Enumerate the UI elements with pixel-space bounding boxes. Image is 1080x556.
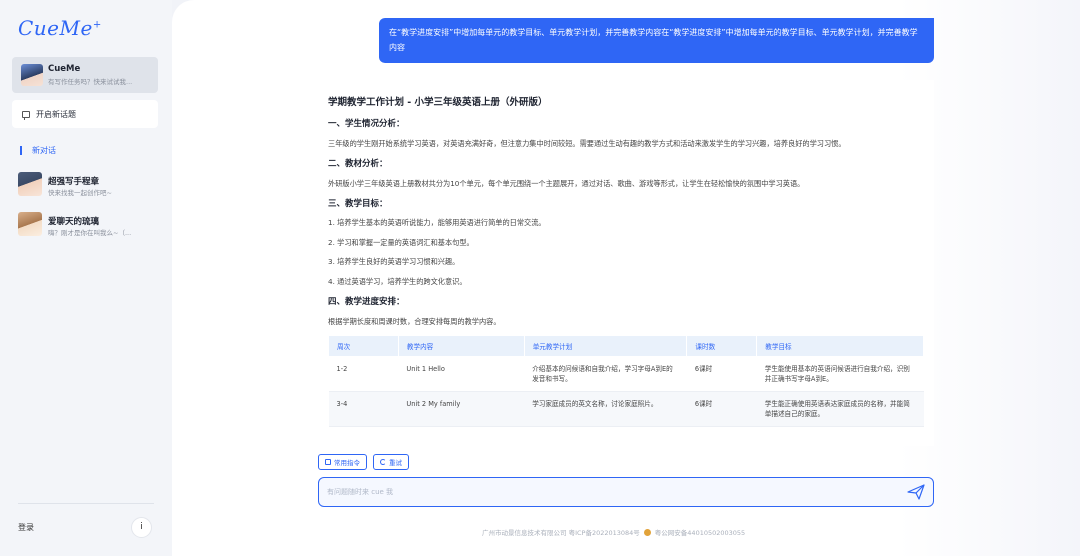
schedule-table: 周次 教学内容 单元教学计划 课时数 教学目标 1-2 Unit 1 Hello… — [328, 335, 924, 427]
table-cell: 介绍基本的问候语和自我介绍，学习字母A到E的发音和书写。 — [524, 356, 687, 392]
chip-label: 常用指令 — [334, 459, 360, 467]
refresh-icon — [380, 459, 386, 465]
bot-name: 超强写手程章 — [48, 177, 100, 187]
bot-subtitle: 有写作任务吗？快来试试我... — [48, 78, 133, 86]
column-header: 周次 — [328, 335, 399, 357]
assistant-answer: 学期教学工作计划 - 小学三年级英语上册（外研版） 一、学生情况分析： 三年级的… — [316, 80, 934, 446]
section-heading: 三、教学目标： — [328, 199, 388, 209]
table-cell: Unit 2 My family — [398, 391, 525, 427]
company-icp[interactable]: 广州市动景信息技术有限公司 粤ICP备2022013084号 — [482, 527, 640, 537]
active-indicator — [20, 146, 22, 155]
chat-input[interactable] — [327, 485, 887, 499]
send-icon[interactable] — [907, 484, 925, 500]
new-topic-label: 开启新话题 — [36, 109, 76, 119]
quick-actions: 常用指令 重试 — [318, 454, 409, 470]
logo-mark: + — [92, 19, 102, 31]
table-cell: 6课时 — [686, 391, 757, 427]
table-cell: 学习家庭成员的英文名称，讨论家庭照片。 — [524, 391, 687, 427]
section-heading: 一、学生情况分析： — [328, 119, 405, 129]
police-record[interactable]: 粤公网安备44010502003055 — [655, 527, 745, 537]
chat-input-box — [318, 477, 934, 507]
column-header: 课时数 — [686, 335, 758, 357]
bot-name: CueMe — [48, 64, 81, 74]
divider — [18, 503, 154, 504]
table-row: 3-4 Unit 2 My family 学习家庭成员的英文名称，讨论家庭照片。… — [328, 391, 924, 427]
retry-button[interactable]: 重试 — [373, 454, 409, 470]
bot-name: 爱聊天的琉璃 — [48, 217, 100, 227]
table-cell: 学生能正确使用英语表达家庭成员的名称，并能简单描述自己的家庭。 — [756, 391, 924, 427]
goal-list: 1. 培养学生基本的英语听说能力，能够用英语进行简单的日常交流。 2. 学习和掌… — [328, 217, 922, 288]
table-header-row: 周次 教学内容 单元教学计划 课时数 教学目标 — [328, 335, 924, 357]
table-row: 1-2 Unit 1 Hello 介绍基本的问候语和自我介绍，学习字母A到E的发… — [328, 356, 924, 392]
topic-icon — [22, 110, 30, 120]
section-text: 外研版小学三年级英语上册教材共分为10个单元，每个单元围绕一个主题展开，通过对话… — [328, 179, 805, 188]
column-header: 单元教学计划 — [523, 335, 688, 357]
avatar — [21, 64, 43, 86]
avatar — [18, 212, 42, 236]
police-badge-icon — [643, 528, 651, 536]
list-item: 1. 培养学生基本的英语听说能力，能够用英语进行简单的日常交流。 — [328, 218, 546, 227]
table-cell: Unit 1 Hello — [398, 356, 525, 392]
app-logo[interactable]: CueMe+ — [18, 16, 102, 40]
section-text: 三年级的学生刚开始系统学习英语，对英语充满好奇，但注意力集中时间较短。需要通过生… — [328, 139, 846, 148]
column-header: 教学目标 — [756, 335, 924, 357]
section-text: 根据学期长度和周课时数，合理安排每周的教学内容。 — [328, 317, 501, 326]
section-heading: 二、教材分析： — [328, 159, 388, 169]
user-message-bubble: 在“教学进度安排”中增加每单元的教学目标、单元教学计划，并完善教学内容在“教学进… — [379, 18, 934, 63]
column-header: 教学内容 — [397, 335, 525, 357]
footer: 广州市动景信息技术有限公司 粤ICP备2022013084号 粤公网安备4401… — [482, 527, 745, 537]
new-topic-button[interactable]: 开启新话题 — [12, 100, 158, 128]
list-item: 3. 培养学生良好的英语学习习惯和兴趣。 — [328, 257, 460, 266]
new-chat-label: 新对话 — [32, 146, 56, 155]
section-heading: 四、教学进度安排： — [328, 297, 405, 307]
table-cell: 3-4 — [328, 391, 399, 427]
list-item: 2. 学习和掌握一定量的英语词汇和基本句型。 — [328, 237, 474, 247]
table-cell: 1-2 — [328, 356, 399, 392]
command-icon — [325, 459, 331, 465]
table-cell: 学生能使用基本的英语问候语进行自我介绍，识别并正确书写字母A到E。 — [756, 356, 924, 392]
bot-subtitle: 嗨？刚才是你在叫我么~（... — [48, 229, 132, 237]
sidebar: CueMe+ CueMe 有写作任务吗？快来试试我... 开启新话题 新对话 超… — [0, 0, 172, 556]
sidebar-item-cueme[interactable]: CueMe 有写作任务吗？快来试试我... — [12, 57, 158, 93]
list-item: 4. 通过英语学习，培养学生的跨文化意识。 — [328, 276, 467, 286]
sidebar-item-new-chat[interactable]: 新对话 — [20, 145, 56, 156]
bot-subtitle: 快来找我一起创作吧~ — [48, 189, 112, 197]
table-cell: 6课时 — [686, 356, 757, 392]
login-button[interactable]: 登录 — [18, 522, 34, 533]
info-icon[interactable]: i — [131, 517, 152, 538]
common-commands-button[interactable]: 常用指令 — [318, 454, 367, 470]
logo-text: CueMe — [18, 16, 93, 40]
avatar — [18, 172, 42, 196]
chip-label: 重试 — [389, 459, 402, 467]
answer-title: 学期教学工作计划 - 小学三年级英语上册（外研版） — [328, 97, 548, 108]
